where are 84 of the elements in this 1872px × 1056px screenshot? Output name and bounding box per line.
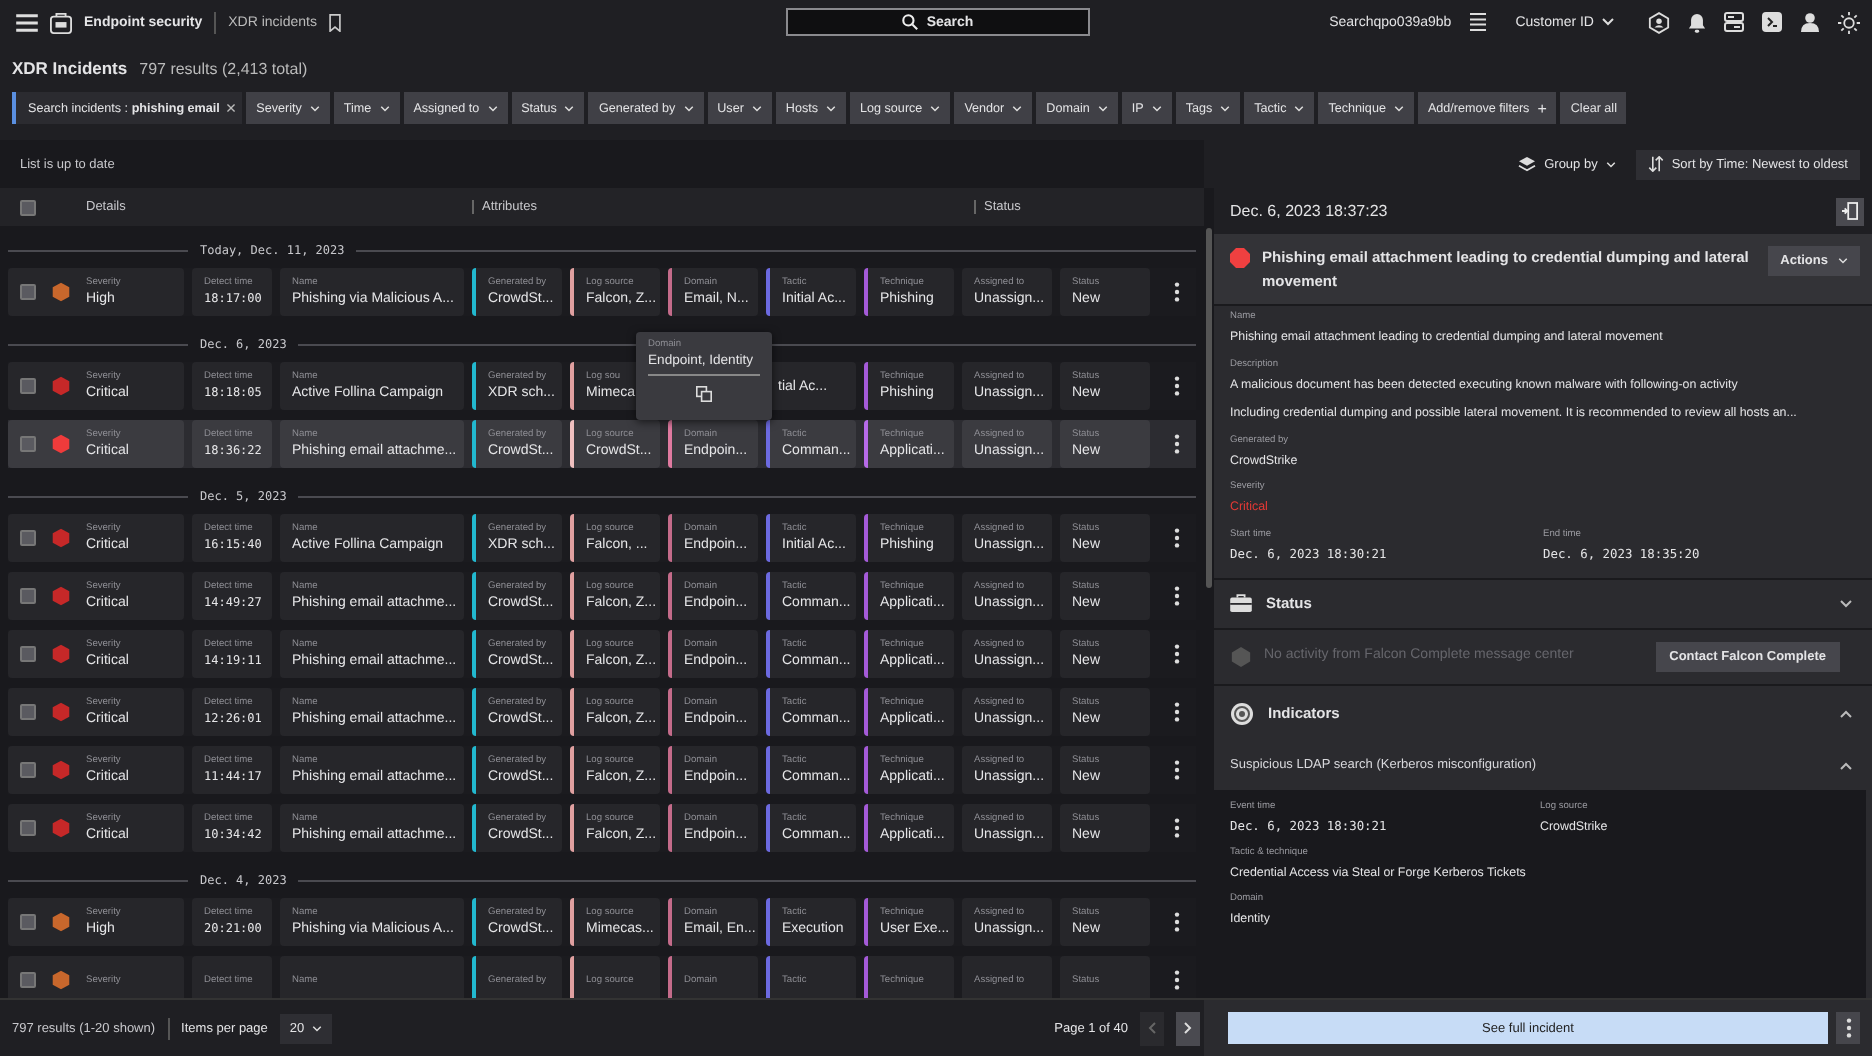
more-icon[interactable]: [1174, 282, 1180, 302]
more-icon[interactable]: [1174, 970, 1180, 990]
briefcase-icon: [1230, 594, 1252, 613]
checkbox[interactable]: [20, 378, 36, 394]
severity-icon: [52, 434, 70, 454]
more-icon[interactable]: [1174, 702, 1180, 722]
caret-icon: [826, 105, 837, 111]
bell-icon[interactable]: [1688, 11, 1706, 33]
panel-icon: [1842, 202, 1858, 220]
badge-icon[interactable]: [1648, 11, 1670, 33]
checkbox[interactable]: [20, 284, 36, 300]
user-icon[interactable]: [1800, 12, 1820, 32]
chevron-right-icon: [1184, 1022, 1192, 1034]
incident-timestamp: Dec. 6, 2023 18:37:23: [1230, 202, 1388, 220]
caret-icon: [1097, 105, 1108, 111]
more-icon: [1845, 1018, 1851, 1038]
checkbox[interactable]: [20, 820, 36, 836]
sort-icon: [1647, 156, 1664, 172]
more-button[interactable]: [1836, 1012, 1860, 1044]
more-icon[interactable]: [1174, 586, 1180, 606]
tray-icon[interactable]: [1724, 12, 1744, 32]
checkbox[interactable]: [20, 646, 36, 662]
caret-icon: [487, 105, 498, 111]
caret-icon: [683, 105, 694, 111]
caret-icon: [1294, 105, 1305, 111]
chevron-left-icon: [1148, 1022, 1156, 1034]
more-icon[interactable]: [1174, 434, 1180, 454]
more-icon[interactable]: [1174, 760, 1180, 780]
target-icon: [1230, 701, 1254, 726]
severity-icon: [52, 818, 70, 838]
caret-icon: [1151, 105, 1162, 111]
severity-icon: [52, 528, 70, 548]
severity-icon: [52, 376, 70, 396]
list-icon[interactable]: [1469, 12, 1486, 32]
severity-icon: [52, 970, 70, 990]
caret-icon: [751, 105, 762, 111]
result-count: 797 results (2,413 total): [139, 59, 308, 77]
more-icon[interactable]: [1174, 644, 1180, 664]
more-icon[interactable]: [1174, 528, 1180, 548]
layers-icon: [1518, 156, 1537, 172]
critical-icon: [1230, 248, 1250, 268]
caret-icon: [1605, 161, 1616, 167]
next-page-button[interactable]: [1176, 1011, 1200, 1045]
caret-icon: [1220, 105, 1231, 111]
severity-icon: [52, 644, 70, 664]
scrollbar-thumb[interactable]: [1206, 228, 1212, 588]
checkbox[interactable]: [20, 436, 36, 452]
caret-icon: [564, 105, 575, 111]
severity-icon: [52, 912, 70, 932]
severity-icon: [52, 702, 70, 722]
checkbox[interactable]: [20, 588, 36, 604]
page-title: XDR Incidents: [12, 58, 128, 78]
checkbox[interactable]: [20, 762, 36, 778]
app-icon[interactable]: [1762, 12, 1782, 32]
caret-icon: [379, 105, 390, 111]
checkbox[interactable]: [20, 530, 36, 546]
app-logo-icon: [50, 11, 72, 33]
plus-sign: +: [1537, 99, 1547, 117]
menu-icon[interactable]: [16, 13, 38, 31]
severity-icon: [52, 760, 70, 780]
caret-icon: [1012, 105, 1023, 111]
more-icon[interactable]: [1174, 818, 1180, 838]
copy-icon[interactable]: [696, 386, 712, 402]
more-icon[interactable]: [1174, 376, 1180, 396]
more-icon[interactable]: [1174, 912, 1180, 932]
checkbox[interactable]: [20, 914, 36, 930]
severity-icon: [52, 282, 70, 302]
remove-button[interactable]: ×: [225, 98, 237, 118]
badge-icon: [1230, 645, 1252, 668]
checkbox[interactable]: [20, 704, 36, 720]
caret-icon: [930, 105, 941, 111]
incident-row[interactable]: [8, 420, 1196, 468]
caret-icon: [312, 1025, 323, 1031]
bookmark-icon[interactable]: [328, 13, 343, 31]
sun-icon[interactable]: [1838, 11, 1860, 33]
caret-icon: [309, 105, 320, 111]
checkbox[interactable]: [20, 199, 36, 215]
caret-icon: [1602, 18, 1614, 26]
caret-icon: [1838, 258, 1848, 264]
search-icon: [902, 14, 919, 30]
checkbox[interactable]: [20, 972, 36, 988]
caret-icon: [1393, 105, 1404, 111]
severity-icon: [52, 586, 70, 606]
collapse-panel-button[interactable]: [1836, 197, 1864, 225]
